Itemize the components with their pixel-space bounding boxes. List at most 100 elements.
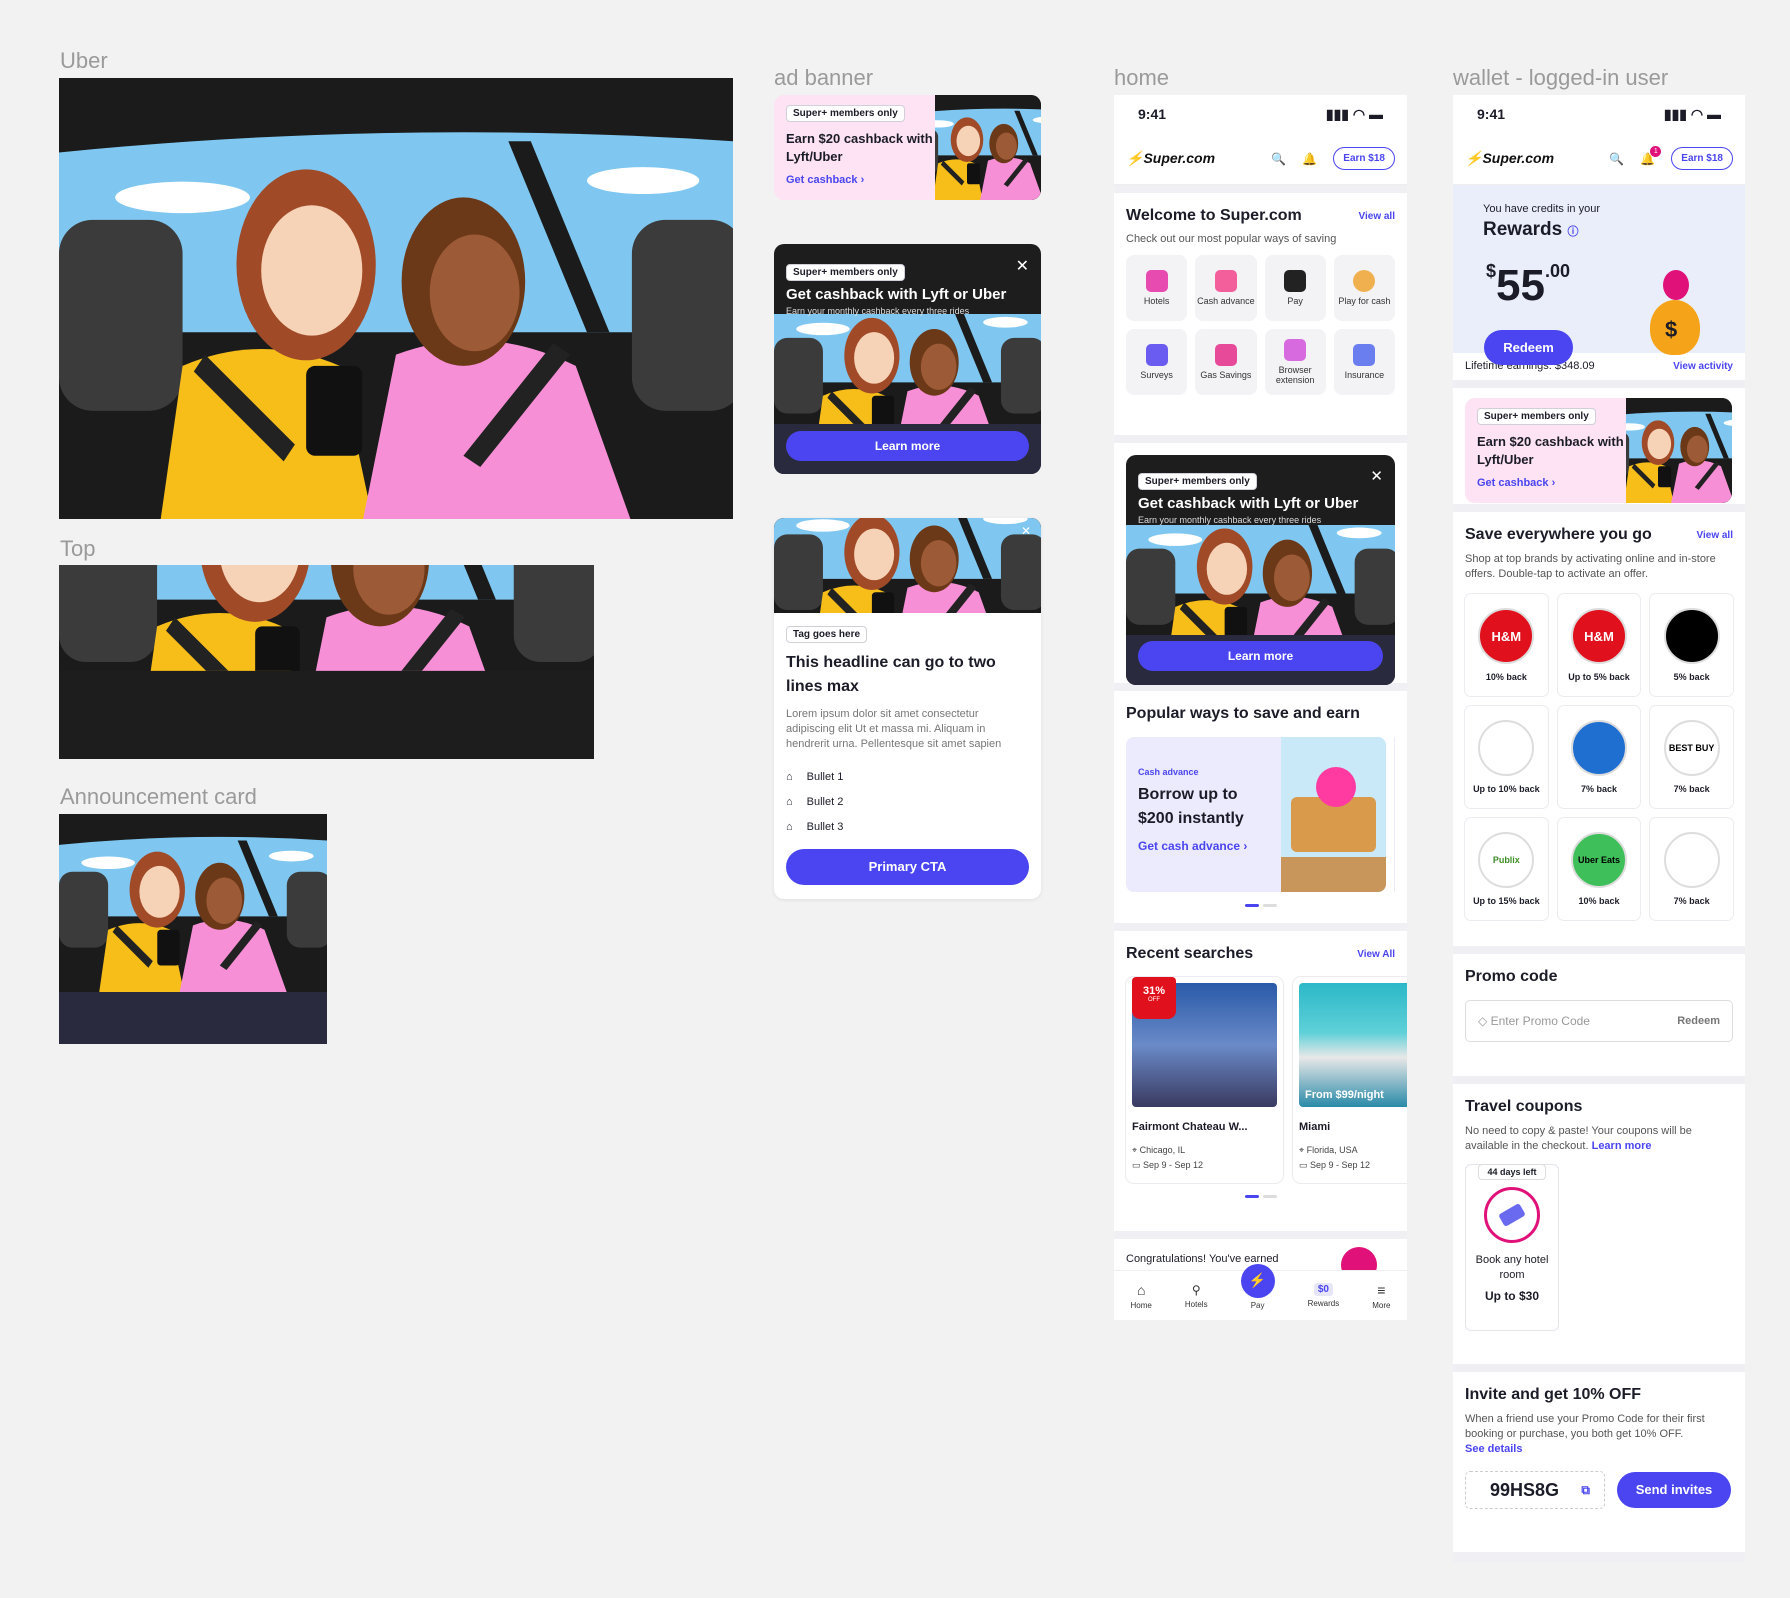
rewards-badge: $0 (1313, 1283, 1333, 1296)
bullet-item: ⌂ Bullet 1 (786, 770, 844, 783)
hotel-location: ⌖ Chicago, IL (1132, 1145, 1186, 1155)
earn-button[interactable]: Earn $18 (1671, 147, 1733, 170)
home-icon: ⌂ (786, 770, 793, 783)
bottom-nav: ⌂ Home ⚲ Hotels ⚡ Pay $0 Rewards ≡ More (1114, 1263, 1407, 1320)
brand-logo: Uber Eats (1570, 832, 1627, 888)
content-card-image (774, 518, 1041, 613)
gas-icon (1214, 344, 1237, 366)
hotel-location: ⌖ Florida, USA (1299, 1145, 1358, 1155)
tile-browser-extension[interactable]: Browser extension (1264, 329, 1326, 395)
learn-more-link[interactable]: Learn more (1592, 1140, 1652, 1152)
bullet-item: ⌂ Bullet 3 (786, 820, 844, 833)
bell-icon[interactable]: 🔔 (1302, 152, 1317, 166)
nav-rewards[interactable]: $0 Rewards (1308, 1283, 1339, 1308)
hotel-dates: ▭ Sep 9 - Sep 12 (1132, 1160, 1204, 1170)
earn-button[interactable]: Earn $18 (1333, 147, 1395, 170)
coupon-card[interactable]: 44 days left Book any hotel room Up to $… (1465, 1164, 1559, 1331)
brand-logo (1570, 720, 1627, 776)
cash-advance-promo[interactable]: Cash advance Borrow up to $200 instantly… (1126, 737, 1386, 892)
hotel-card[interactable]: 31% OFF Fairmont Chateau W... ⌖ Chicago, … (1126, 977, 1283, 1183)
tile-gas-savings[interactable]: Gas Savings (1195, 329, 1257, 395)
cash-icon (1214, 270, 1237, 292)
ad-banner[interactable]: Super+ members only Earn $20 cashback wi… (1465, 398, 1732, 503)
super-logo: ⚡Super.com (1465, 150, 1555, 166)
learn-more-button[interactable]: Learn more (1138, 641, 1383, 671)
view-all-link[interactable]: View all (1358, 211, 1395, 222)
tile-cash-advance[interactable]: Cash advance (1195, 255, 1257, 321)
nav-home[interactable]: ⌂ Home (1131, 1282, 1152, 1310)
promo-code-field[interactable]: ◇ Enter Promo Code Redeem (1465, 1000, 1733, 1042)
nav-pay[interactable]: ⚡ Pay (1240, 1263, 1275, 1310)
content-headline: This headline can go to two lines max (786, 654, 996, 695)
document-icon (1353, 344, 1376, 366)
learn-more-button[interactable]: Learn more (786, 431, 1029, 461)
brand-offer[interactable]: BEST BUY 7% back (1650, 706, 1733, 808)
travel-coupons-subtitle: No need to copy & paste! Your coupons wi… (1465, 1125, 1692, 1152)
hotel-card[interactable]: From $99/night Miami ⌖ Florida, USA ▭ Se… (1293, 977, 1407, 1183)
brand-offer[interactable]: H&M Up to 5% back (1557, 594, 1641, 696)
brand-offer[interactable]: 5% back (1650, 594, 1733, 696)
save-subtitle: Shop at top brands by activating online … (1465, 553, 1716, 580)
brand-logo: H&M (1478, 608, 1535, 664)
announcement-title: Get cashback with Lyft or Uber (786, 286, 1007, 303)
search-icon[interactable]: 🔍 (1609, 152, 1624, 166)
welcome-subtitle: Check out our most popular ways of savin… (1126, 233, 1337, 245)
popular-title: Popular ways to save and earn (1126, 705, 1360, 722)
send-invites-button[interactable]: Send invites (1617, 1472, 1731, 1508)
brand-cashback: 10% back (1485, 672, 1527, 682)
uber-illustration (59, 78, 733, 519)
brand-cashback: Up to 5% back (1568, 672, 1630, 682)
brand-offer[interactable]: 7% back (1557, 706, 1641, 808)
super-logo: ⚡Super.com (1126, 150, 1216, 166)
brand-logo: BEST BUY (1663, 720, 1720, 776)
brand-offer[interactable]: 7% back (1650, 818, 1733, 920)
tile-hotels[interactable]: Hotels (1126, 255, 1188, 321)
brand-logo (1663, 608, 1720, 664)
tile-play-for-cash[interactable]: Play for cash (1333, 255, 1395, 321)
brand-cashback: 5% back (1673, 672, 1710, 682)
ad-banner-title: Earn $20 cashback with Lyft/Uber (1477, 434, 1624, 467)
get-cashback-link[interactable]: Get cashback › (786, 174, 941, 186)
coupon-text: Book any hotel room (1475, 1254, 1549, 1281)
brand-offer[interactable]: H&M 10% back (1465, 594, 1548, 696)
view-all-brands-link[interactable]: View all (1696, 530, 1733, 541)
invite-subtitle: When a friend use your Promo Code for th… (1465, 1413, 1705, 1455)
get-cashback-link[interactable]: Get cashback › (1477, 477, 1627, 489)
primary-cta-button[interactable]: Primary CTA (786, 849, 1029, 885)
bell-icon[interactable]: 🔔 1 (1640, 145, 1662, 166)
hotel-image: From $99/night (1299, 983, 1407, 1107)
brand-offer[interactable]: Up to 10% back (1465, 706, 1548, 808)
tile-pay[interactable]: Pay (1264, 255, 1326, 321)
home-icon: ⌂ (786, 820, 793, 833)
next-promo-peek[interactable] (1394, 737, 1395, 892)
members-tag: Super+ members only (1477, 408, 1596, 425)
brand-offer[interactable]: Uber Eats 10% back (1557, 818, 1641, 920)
search-icon[interactable]: 🔍 (1271, 152, 1286, 166)
see-details-link[interactable]: See details (1465, 1443, 1522, 1455)
close-icon[interactable]: ✕ (1016, 256, 1029, 276)
promo-redeem-button[interactable]: Redeem (1677, 1015, 1720, 1027)
members-tag: Super+ members only (786, 264, 905, 281)
get-cash-advance-link[interactable]: Get cash advance › (1138, 839, 1268, 853)
content-body: Lorem ipsum dolor sit amet consectetur a… (786, 708, 1002, 750)
section-label-announcement-card: Announcement card (60, 784, 257, 809)
brand-offer[interactable]: Publix Up to 15% back (1465, 818, 1548, 920)
close-icon[interactable]: ✕ (1021, 524, 1031, 538)
nav-hotels[interactable]: ⚲ Hotels (1185, 1283, 1208, 1309)
tile-surveys[interactable]: Surveys (1126, 329, 1188, 395)
hotel-price: From $99/night (1305, 1089, 1384, 1101)
view-all-recent-link[interactable]: View All (1357, 949, 1395, 960)
brand-cashback: Up to 10% back (1473, 784, 1540, 794)
tile-insurance[interactable]: Insurance (1333, 329, 1395, 395)
hotel-name: Miami (1299, 1121, 1331, 1133)
close-icon[interactable]: ✕ (1370, 467, 1383, 485)
view-activity-link[interactable]: View activity (1673, 361, 1733, 372)
status-time: 9:41 (1138, 106, 1167, 122)
invite-code-box[interactable]: 99HS8G ⧉ (1465, 1471, 1605, 1509)
promo-code-input[interactable]: ◇ Enter Promo Code (1478, 1014, 1590, 1028)
ad-banner[interactable]: Super+ members only Earn $20 cashback wi… (774, 95, 1041, 200)
copy-icon[interactable]: ⧉ (1581, 1483, 1590, 1498)
nav-more[interactable]: ≡ More (1372, 1282, 1390, 1310)
redeem-button[interactable]: Redeem (1484, 330, 1573, 365)
invite-title: Invite and get 10% OFF (1465, 1386, 1642, 1403)
